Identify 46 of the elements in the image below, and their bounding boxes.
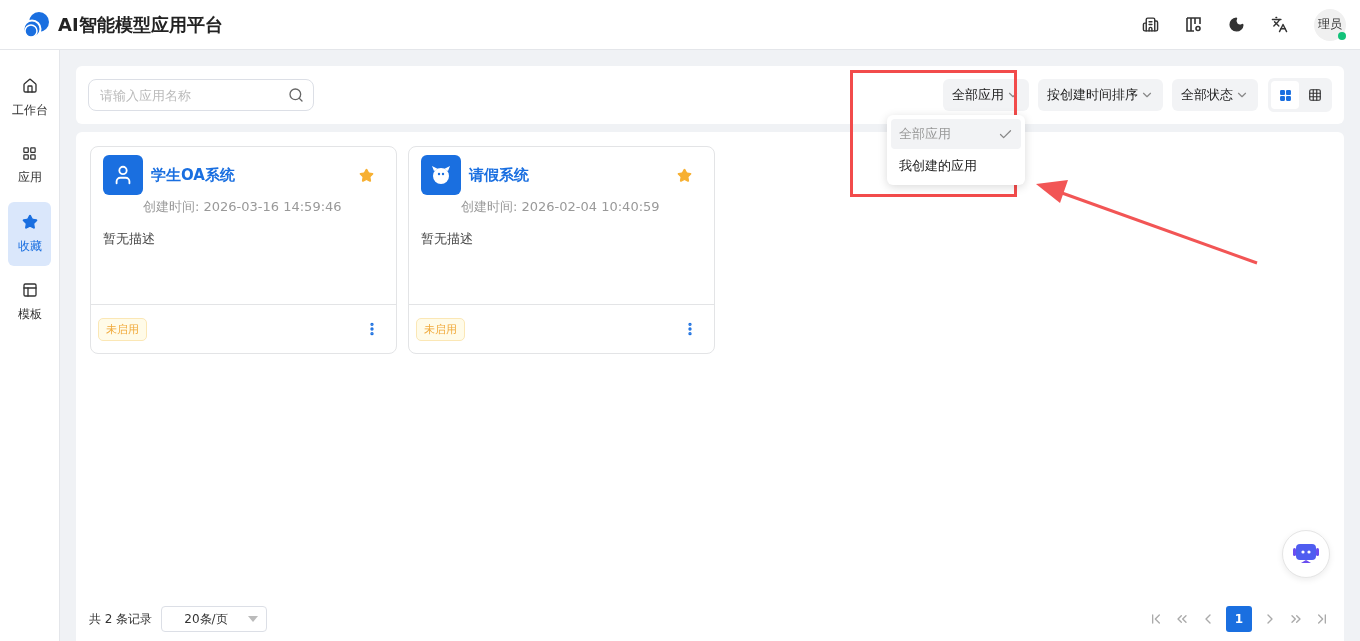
sidebar-item[interactable]: 收藏 xyxy=(8,202,51,266)
filter-dropdown[interactable]: 全部应用 xyxy=(943,79,1029,111)
created-time: 创建时间: 2026-03-16 14:59:46 xyxy=(143,198,343,216)
page-size-select[interactable]: 20条/页 xyxy=(161,606,268,632)
status-tag: 未启用 xyxy=(416,317,465,341)
header-action-button[interactable] xyxy=(1228,16,1245,33)
filter-dropdown[interactable]: 按创建时间排序 xyxy=(1038,79,1163,111)
apps-icon xyxy=(22,146,37,161)
sidebar-item[interactable]: 工作台 xyxy=(8,66,51,130)
home-icon xyxy=(21,77,38,94)
grid-icon xyxy=(1278,88,1292,102)
app-card[interactable]: 学生OA系统 创建时间: 2026-03-16 14:59:46 暂无描述 未启用 xyxy=(90,146,397,354)
menu-option[interactable]: 我创建的应用 xyxy=(891,151,1021,181)
header-action-button[interactable] xyxy=(1185,16,1202,33)
sidebar-item[interactable]: 模板 xyxy=(8,270,51,334)
app-description: 暂无描述 xyxy=(421,230,474,248)
star-icon[interactable] xyxy=(677,167,692,183)
search-field[interactable]: 请输入应用名称 xyxy=(88,79,314,111)
template-icon xyxy=(21,281,38,298)
card-view-button[interactable] xyxy=(1271,81,1299,109)
header-action-button[interactable] xyxy=(1271,16,1288,33)
star-icon[interactable] xyxy=(359,167,374,183)
user-avatar[interactable]: 理员 xyxy=(1314,8,1346,41)
moon-icon xyxy=(1228,16,1245,33)
caret-icon xyxy=(248,616,259,622)
app-description: 暂无描述 xyxy=(103,230,156,248)
filter-dropdown[interactable]: 全部状态 xyxy=(1172,79,1258,111)
translate-icon xyxy=(1271,16,1288,33)
table-icon xyxy=(1308,88,1322,102)
created-time: 创建时间: 2026-02-04 10:40:59 xyxy=(461,198,661,216)
app-title: AI智能模型应用平台 xyxy=(58,12,223,37)
face-icon xyxy=(430,165,452,185)
building-icon xyxy=(1142,16,1159,33)
page-button[interactable]: 1 xyxy=(1226,606,1252,632)
logo-icon xyxy=(22,10,50,39)
sidebar-item[interactable]: 应用 xyxy=(8,134,51,198)
columns-icon xyxy=(1185,16,1202,33)
search-icon[interactable] xyxy=(288,87,304,103)
status-tag: 未启用 xyxy=(98,317,147,341)
header-action-button[interactable] xyxy=(1142,16,1159,33)
app-card[interactable]: 请假系统 创建时间: 2026-02-04 10:40:59 暂无描述 未启用 xyxy=(408,146,715,354)
app-name: 学生OA系统 xyxy=(151,165,235,185)
app-name: 请假系统 xyxy=(469,165,529,185)
star-icon xyxy=(21,213,38,230)
record-count: 共 2 条记录 xyxy=(89,610,153,628)
robot-icon xyxy=(1292,542,1320,566)
